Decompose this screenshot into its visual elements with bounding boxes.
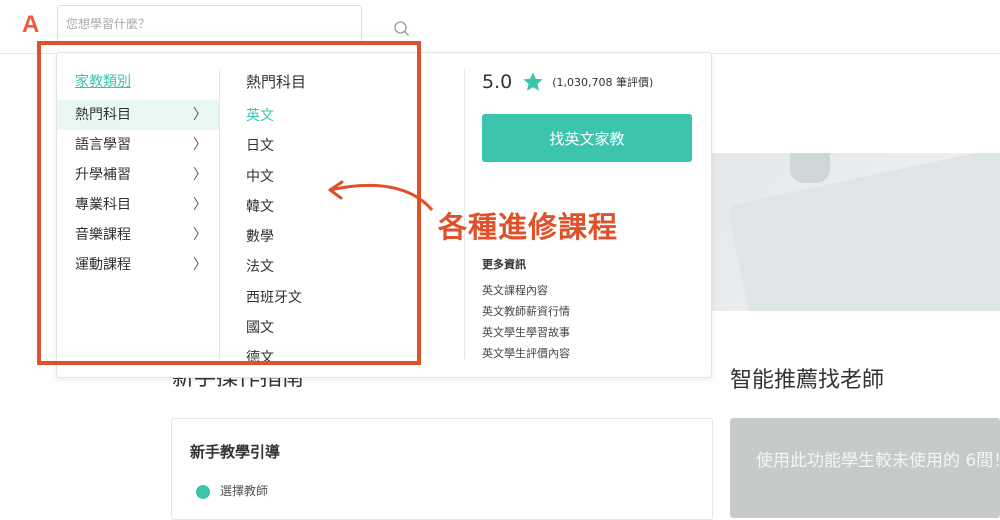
banner-image <box>710 153 1000 311</box>
more-info-links: 英文課程內容 英文教師薪資行情 英文學生學習故事 英文學生評價內容 <box>482 280 570 364</box>
annotation-highlight-box <box>37 41 421 365</box>
star-icon <box>523 72 543 91</box>
link-student-reviews[interactable]: 英文學生評價內容 <box>482 343 570 364</box>
guide-step[interactable]: 選擇教師 <box>196 482 268 499</box>
annotation-label: 各種進修課程 <box>438 210 619 244</box>
more-info-title: 更多資訊 <box>482 258 526 271</box>
smart-recommend-card[interactable]: 使用此功能學生較未使用的 6間！ <box>730 418 1000 518</box>
step-dot-icon <box>196 484 210 499</box>
logo[interactable]: A <box>22 11 39 39</box>
find-tutor-button[interactable]: 找英文家教 <box>482 114 692 162</box>
guide-step-label: 選擇教師 <box>220 484 269 498</box>
search-input[interactable] <box>66 14 326 34</box>
link-course-content[interactable]: 英文課程內容 <box>482 280 570 301</box>
link-student-stories[interactable]: 英文學生學習故事 <box>482 322 570 343</box>
review-count: (1,030,708 筆評價) <box>552 76 654 89</box>
search-icon[interactable] <box>394 21 410 37</box>
guide-card-title: 新手教學引導 <box>190 443 281 461</box>
smart-card-text: 使用此功能學生較未使用的 6間！ <box>756 451 1000 471</box>
smart-section-title: 智能推薦找老師 <box>730 368 885 393</box>
link-salary-info[interactable]: 英文教師薪資行情 <box>482 301 570 322</box>
rating-row: 5.0 (1,030,708 筆評價) <box>482 71 653 93</box>
guide-card[interactable]: 新手教學引導 選擇教師 <box>171 418 713 520</box>
search-box[interactable] <box>57 5 409 43</box>
rating-score: 5.0 <box>482 71 513 93</box>
